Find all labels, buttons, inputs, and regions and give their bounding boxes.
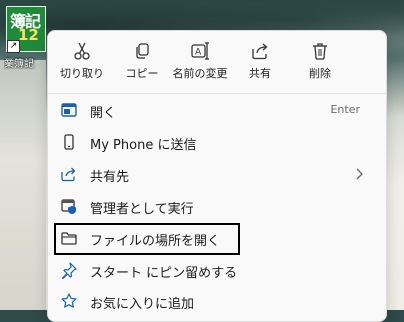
- share-icon: [252, 43, 268, 60]
- scissors-icon: [74, 42, 90, 60]
- rename-button[interactable]: A 名前の変更: [172, 37, 228, 89]
- menu-item-pin-to-start[interactable]: スタート にピン留めする: [52, 255, 382, 285]
- star-icon: [61, 293, 77, 308]
- menu-item-open-shortcut: Enter: [330, 103, 360, 116]
- pin-icon: [61, 262, 77, 279]
- menu-item-add-to-favorites-label: お気に入りに追加: [90, 297, 195, 312]
- highlight-box: [54, 223, 240, 255]
- delete-label: 削除: [309, 67, 331, 80]
- desktop-shortcut-label: 業簿記: [4, 59, 34, 70]
- trash-icon: [313, 43, 327, 60]
- menu-item-send-to-phone-label: My Phone に送信: [90, 138, 197, 153]
- menu-item-add-to-favorites[interactable]: お気に入りに追加: [52, 286, 382, 316]
- menu-item-run-as-admin[interactable]: 管理者として実行: [52, 191, 382, 221]
- share-button[interactable]: 共有: [232, 37, 288, 89]
- desktop-shortcut[interactable]: 簿記 12 ↗ 業簿記: [2, 2, 46, 70]
- cut-button[interactable]: 切り取り: [54, 37, 110, 89]
- svg-text:A: A: [195, 48, 202, 58]
- context-menu: 切り取り コピー A 名前の変更 共有 削除 開く Enter My Phone…: [47, 30, 387, 322]
- copy-label: コピー: [125, 67, 159, 80]
- tile-number: 12: [18, 26, 39, 44]
- menu-item-open-label: 開く: [90, 106, 117, 121]
- wallpaper-left: [0, 60, 46, 310]
- menu-divider: [48, 93, 386, 94]
- menu-item-share-to-label: 共有先: [90, 170, 130, 185]
- shortcut-arrow-icon: ↗: [7, 40, 20, 53]
- menu-item-share-to[interactable]: 共有先: [52, 159, 382, 189]
- menu-item-send-to-phone[interactable]: My Phone に送信: [52, 127, 382, 157]
- menu-item-pin-to-start-label: スタート にピン留めする: [90, 266, 238, 281]
- rename-label: 名前の変更: [172, 67, 228, 80]
- chevron-right-icon: [356, 168, 363, 180]
- menu-item-open[interactable]: 開く Enter: [52, 95, 382, 125]
- admin-shield-icon: [61, 199, 76, 215]
- quick-actions-row: 切り取り コピー A 名前の変更 共有 削除: [48, 37, 386, 89]
- menu-item-run-as-admin-label: 管理者として実行: [90, 202, 194, 217]
- phone-icon: [64, 134, 74, 150]
- open-window-icon: [61, 103, 77, 117]
- cut-label: 切り取り: [60, 67, 104, 80]
- delete-button[interactable]: 削除: [292, 37, 348, 89]
- copy-icon: [136, 43, 149, 59]
- rename-icon: A: [191, 42, 209, 60]
- copy-button[interactable]: コピー: [114, 37, 170, 89]
- share-to-icon: [61, 167, 76, 182]
- share-label: 共有: [249, 67, 271, 80]
